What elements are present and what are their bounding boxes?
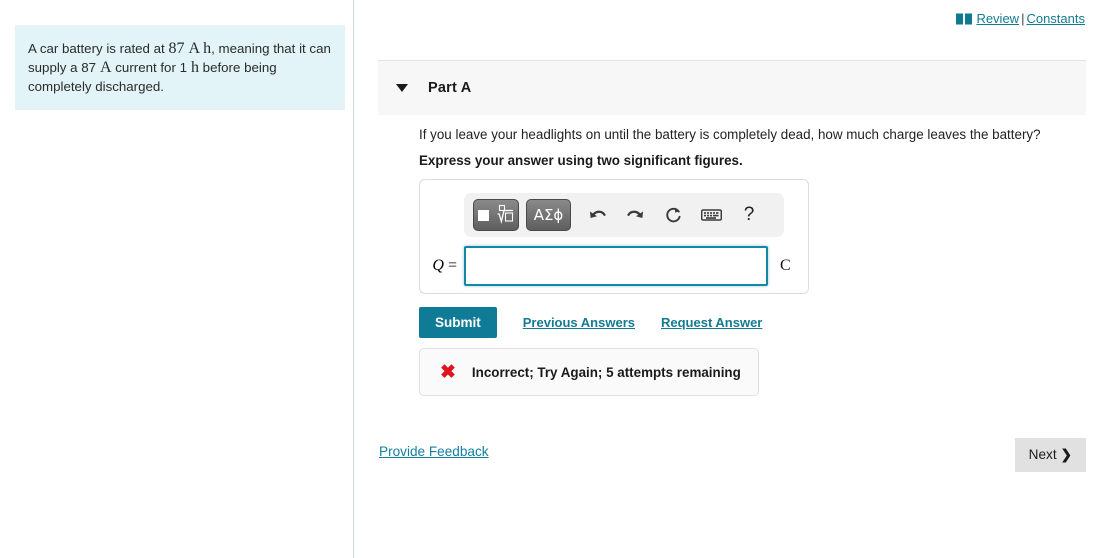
problem-statement-box: A car battery is rated at 87 A h, meanin… — [15, 25, 345, 110]
next-label: Next — [1028, 447, 1057, 462]
nth-root-icon — [477, 204, 515, 226]
review-link[interactable]: Review — [976, 11, 1019, 26]
action-row: Submit Previous Answers Request Answer — [419, 307, 762, 338]
book-icon — [956, 13, 973, 28]
previous-answers-link[interactable]: Previous Answers — [523, 315, 635, 330]
greek-symbols-button[interactable]: ΑΣϕ — [526, 199, 571, 231]
statement-value-87-ah: 87 — [168, 40, 185, 57]
answer-widget: ΑΣϕ ? Q = C — [419, 179, 809, 294]
top-links: Review | Constants — [956, 11, 1085, 28]
problem-page: A car battery is rated at 87 A h, meanin… — [0, 0, 1109, 558]
statement-text-part3: current for — [111, 60, 180, 75]
part-title: Part A — [428, 80, 472, 96]
main-content: Review | Constants Part A If you leave you… — [354, 0, 1109, 558]
feedback-message: Incorrect; Try Again; 5 attempts remaini… — [471, 364, 741, 380]
provide-feedback-link[interactable]: Provide Feedback — [379, 444, 489, 459]
math-toolbar: ΑΣϕ ? — [464, 193, 784, 237]
statement-unit-a: A — [100, 59, 112, 76]
equals-sign: = — [447, 257, 457, 274]
reset-icon[interactable] — [654, 200, 692, 230]
sidebar: A car battery is rated at 87 A h, meanin… — [0, 0, 353, 558]
answer-variable-label: Q = — [420, 257, 464, 275]
statement-unit-ah: A h — [188, 40, 212, 57]
chevron-right-icon: ❯ — [1060, 447, 1072, 462]
constants-link[interactable]: Constants — [1026, 11, 1085, 26]
request-answer-link[interactable]: Request Answer — [661, 315, 762, 330]
question-instruction: Express your answer using two significan… — [419, 153, 743, 168]
undo-icon[interactable] — [578, 200, 616, 230]
template-button[interactable] — [473, 199, 519, 231]
chevron-down-icon[interactable] — [396, 84, 408, 92]
answer-input[interactable] — [464, 246, 768, 286]
answer-row: Q = C — [420, 242, 810, 290]
feedback-banner: ✖ Incorrect; Try Again; 5 attempts remai… — [419, 348, 759, 396]
submit-button[interactable]: Submit — [419, 307, 497, 338]
redo-icon[interactable] — [616, 200, 654, 230]
next-button[interactable]: Next ❯ — [1014, 438, 1086, 472]
error-x-icon: ✖ — [440, 361, 456, 383]
help-button[interactable]: ? — [730, 200, 768, 230]
part-a-header[interactable]: Part A — [378, 60, 1086, 115]
statement-text-part1: A car battery is rated at — [28, 41, 169, 56]
statement-value-87-a: 87 — [81, 60, 97, 75]
variable-q: Q — [432, 257, 444, 274]
keyboard-icon[interactable] — [692, 200, 730, 230]
statement-value-1: 1 — [179, 60, 187, 75]
answer-unit: C — [780, 257, 791, 274]
question-text: If you leave your headlights on until th… — [419, 127, 1041, 142]
statement-unit-h: h — [190, 59, 199, 76]
